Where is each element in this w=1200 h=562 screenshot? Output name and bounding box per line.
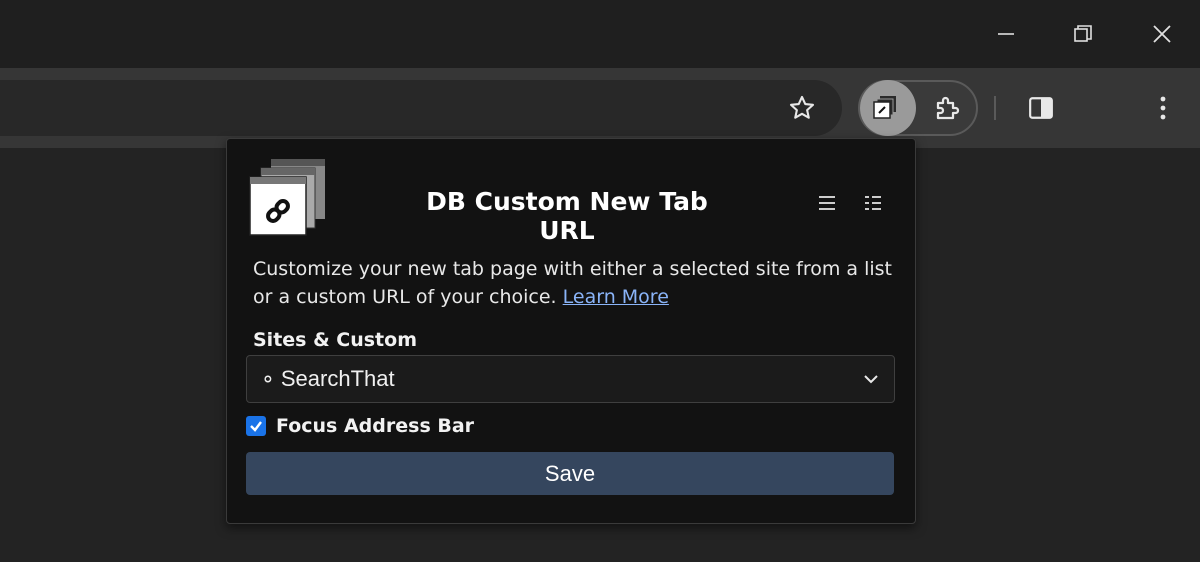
address-bar[interactable] xyxy=(0,80,842,136)
side-panel-button[interactable] xyxy=(1019,86,1063,130)
restore-button[interactable] xyxy=(1063,14,1103,54)
more-menu-button[interactable] xyxy=(1143,86,1183,130)
extensions-button[interactable] xyxy=(926,86,970,130)
selected-site-value: ∘ SearchThat xyxy=(261,366,395,391)
focus-address-bar-checkbox[interactable] xyxy=(246,416,266,436)
close-button[interactable] xyxy=(1142,14,1182,54)
learn-more-link[interactable]: Learn More xyxy=(563,286,669,308)
minimize-button[interactable] xyxy=(986,14,1026,54)
extensions-puzzle-icon xyxy=(936,96,960,120)
window-titlebar xyxy=(0,0,1200,68)
list-view-button[interactable] xyxy=(815,191,839,215)
checkmark-icon xyxy=(250,421,262,432)
more-menu-icon xyxy=(1160,96,1166,120)
close-icon xyxy=(1153,25,1171,43)
db-new-tab-extension-icon xyxy=(873,96,896,119)
popup-title: DB Custom New Tab URL xyxy=(426,187,708,245)
extension-popup: DB Custom New Tab URL Customize your new… xyxy=(226,138,916,524)
app-logo xyxy=(249,159,327,237)
restore-icon xyxy=(1074,25,1092,42)
detail-view-button[interactable] xyxy=(861,191,885,215)
list-icon xyxy=(819,196,835,210)
chevron-down-icon xyxy=(864,375,878,384)
bookmark-button[interactable] xyxy=(780,86,824,130)
bookmark-star-icon xyxy=(789,95,815,119)
focus-address-bar-row: Focus Address Bar xyxy=(246,415,474,437)
logo-icon xyxy=(249,159,325,236)
save-button[interactable]: Save xyxy=(246,452,894,495)
side-panel-icon xyxy=(1029,97,1053,119)
popup-description: Customize your new tab page with either … xyxy=(253,255,893,311)
sites-label: Sites & Custom xyxy=(253,329,417,351)
focus-address-bar-label[interactable]: Focus Address Bar xyxy=(276,415,474,437)
detail-list-icon xyxy=(865,196,881,210)
db-new-tab-extension-button[interactable] xyxy=(860,80,916,136)
sites-select[interactable]: ∘ SearchThat xyxy=(246,355,895,403)
minimize-icon xyxy=(998,33,1014,35)
toolbar-divider xyxy=(994,96,996,120)
